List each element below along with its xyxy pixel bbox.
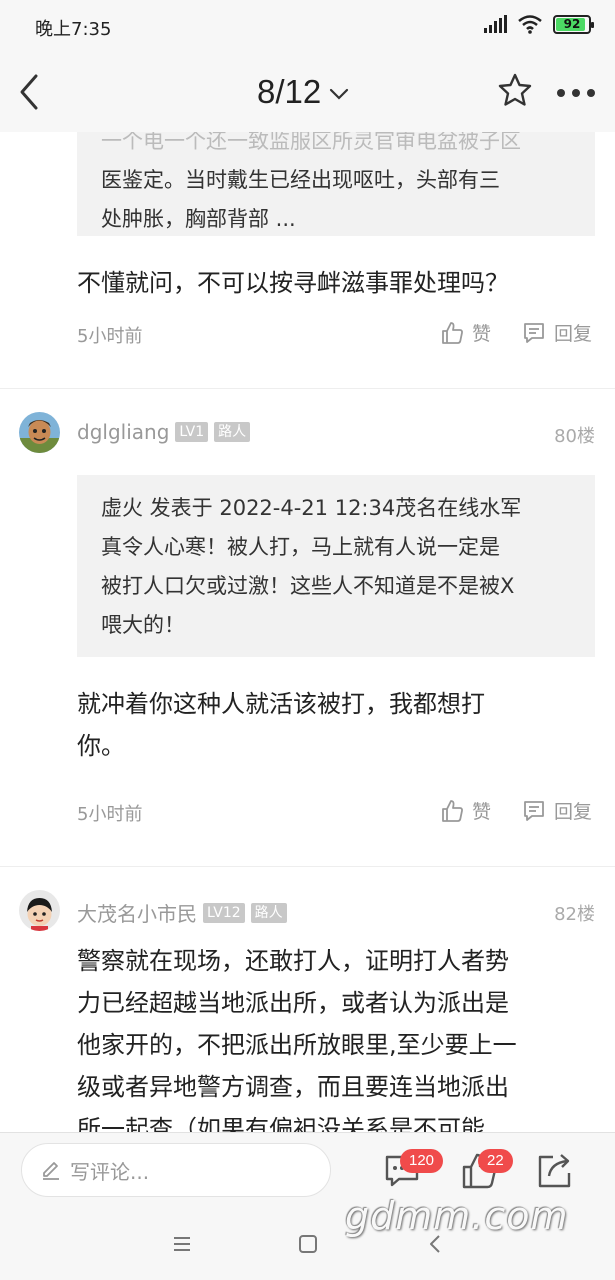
comment-line: 级或者异地警方调查，而且要连当地派出 xyxy=(77,1073,509,1101)
avatar-image xyxy=(19,890,60,931)
divider xyxy=(0,388,615,389)
comment-line: 警察就在现场，还敢打人，证明打人者势 xyxy=(77,947,509,975)
avatar[interactable] xyxy=(19,890,60,931)
like-label: 赞 xyxy=(472,801,492,823)
like-button[interactable]: 赞 xyxy=(440,319,491,346)
reply-label: 回复 xyxy=(554,801,593,823)
quote-block: 一个电一个还一致监服区所灵官审电盆被子区 医鉴定。当时戴生已经出现呕吐，头部有三… xyxy=(77,132,595,236)
level-badge: LV1 xyxy=(175,422,209,442)
divider xyxy=(0,866,615,867)
comment-line: 你。 xyxy=(77,732,125,760)
level-badge: LV12 xyxy=(203,902,245,923)
comment-time: 5小时前 xyxy=(77,326,143,347)
reply-icon xyxy=(524,800,544,821)
status-icons: 92 xyxy=(483,14,594,34)
share-button[interactable] xyxy=(535,1151,575,1191)
floor-number: 80楼 xyxy=(554,426,595,447)
back-arrow-icon xyxy=(20,74,38,110)
comment-placeholder: 写评论... xyxy=(70,1159,150,1184)
quote-line: 医鉴定。当时戴生已经出现呕吐，头部有三 xyxy=(101,168,500,192)
avatar-image xyxy=(19,412,60,453)
like-label: 赞 xyxy=(472,323,492,345)
comment-line: 他家开的，不把派出所放眼里,至少要上一 xyxy=(77,1031,517,1059)
battery-icon: 92 xyxy=(553,14,594,34)
wifi-icon xyxy=(518,15,542,34)
avatar[interactable] xyxy=(19,412,60,453)
thumbs-up-icon xyxy=(442,799,463,822)
user-info: dglgliang LV1 路人 xyxy=(77,420,251,444)
menu-nav-button[interactable] xyxy=(170,1232,194,1256)
comment-count-badge: 120 xyxy=(400,1149,444,1173)
watermark: gdmm.com xyxy=(345,1194,569,1238)
home-square-icon xyxy=(299,1235,317,1253)
reply-button[interactable]: 回复 xyxy=(522,797,592,824)
signal-icon xyxy=(484,15,507,33)
like-count-badge: 22 xyxy=(478,1149,513,1173)
quote-line: 真令人心寒！被人打，马上就有人说一定是 xyxy=(101,535,500,559)
reply-icon xyxy=(524,322,544,343)
comment-body: 就冲着你这种人就活该被打，我都想打 你。 xyxy=(77,683,577,767)
header: 8/12 xyxy=(0,52,615,132)
quote-line: 喂大的！ xyxy=(101,613,185,637)
like-button[interactable]: 赞 xyxy=(440,797,491,824)
reply-button[interactable]: 回复 xyxy=(522,319,592,346)
quote-line: 被打人口欠或过激！这些人不知道是不是被X xyxy=(101,574,515,598)
comment-list: 一个电一个还一致监服区所灵官审电盆被子区 医鉴定。当时戴生已经出现呕吐，头部有三… xyxy=(0,132,615,1132)
page-selector[interactable]: 8/12 xyxy=(257,70,349,114)
chevron-down-icon xyxy=(330,88,349,100)
comment-line: 力已经超越当地派出所，或者认为派出是 xyxy=(77,989,509,1017)
menu-icon xyxy=(174,1237,190,1251)
quote-line: 虚火 发表于 2022-4-21 12:34茂名在线水军 xyxy=(101,496,522,520)
comment-time: 5小时前 xyxy=(77,804,143,825)
status-time: 晚上7:35 xyxy=(35,19,112,40)
comment-line: 不懂就问，不可以按寻衅滋事罪处理吗？ xyxy=(77,269,509,297)
thumbs-up-icon xyxy=(442,321,463,344)
battery-text: 92 xyxy=(563,17,581,31)
role-badge: 路人 xyxy=(250,902,287,923)
share-icon xyxy=(538,1154,571,1188)
comment-line: 就冲着你这种人就活该被打，我都想打 xyxy=(77,690,485,718)
username[interactable]: dglgliang xyxy=(77,420,169,444)
comment-line: 所一起查（如果有偏袒没关系是不可能 xyxy=(77,1115,485,1132)
back-button[interactable] xyxy=(14,72,48,112)
status-bar: 晚上7:35 92 xyxy=(0,0,615,52)
floor-number: 82楼 xyxy=(554,904,595,925)
quote-line: 一个电一个还一致监服区所灵官审电盆被子区 xyxy=(101,132,521,153)
quote-line: 处肿胀，胸部背部 ... xyxy=(101,207,296,231)
username[interactable]: 大茂名小市民 xyxy=(77,898,197,927)
more-button[interactable] xyxy=(556,84,596,97)
star-icon xyxy=(498,73,532,106)
reply-label: 回复 xyxy=(554,323,593,345)
page-indicator-text: 8/12 xyxy=(257,73,322,110)
role-badge: 路人 xyxy=(214,422,251,442)
comment-body: 不懂就问，不可以按寻衅滋事罪处理吗？ xyxy=(77,262,577,304)
more-dots-icon xyxy=(557,89,595,97)
user-info: 大茂名小市民 LV12 路人 xyxy=(77,898,287,927)
home-nav-button[interactable] xyxy=(296,1232,320,1256)
pencil-icon xyxy=(43,1162,59,1180)
favorite-button[interactable] xyxy=(497,72,533,108)
comment-body: 警察就在现场，还敢打人，证明打人者势 力已经超越当地派出所，或者认为派出是 他家… xyxy=(77,940,577,1132)
quote-block: 虚火 发表于 2022-4-21 12:34茂名在线水军 真令人心寒！被人打，马… xyxy=(77,475,595,657)
comment-input[interactable]: 写评论... xyxy=(21,1143,331,1197)
